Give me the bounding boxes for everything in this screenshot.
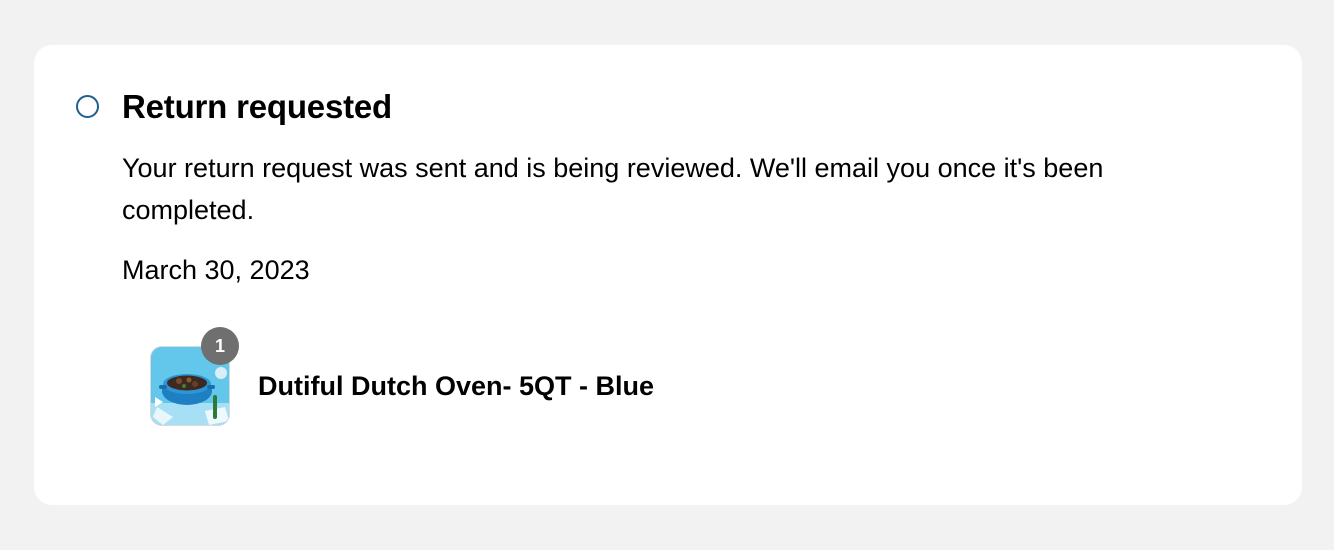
return-status-card: Return requested Your return request was… <box>34 45 1302 505</box>
product-name: Dutiful Dutch Oven- 5QT - Blue <box>258 371 654 401</box>
product-thumbnail-wrapper: 1 <box>150 327 239 426</box>
status-date: March 30, 2023 <box>122 255 310 285</box>
status-title: Return requested <box>122 88 393 125</box>
quantity-badge: 1 <box>201 327 239 365</box>
line-item: 1 Dutiful Dutch Oven- 5QT - Blue <box>150 327 654 427</box>
status-pending-icon <box>76 95 99 118</box>
status-message: Your return request was sent and is bein… <box>122 153 1104 225</box>
